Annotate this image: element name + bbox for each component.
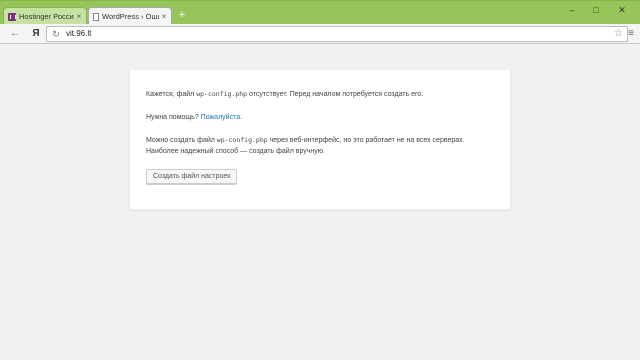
- p3-text-after: через веб-интерфейс, но это работает не …: [267, 137, 465, 144]
- menu-icon[interactable]: ≡: [624, 27, 638, 41]
- page-viewport: Кажется, файл wp-config.php отсутствует.…: [0, 44, 640, 360]
- page-favicon-icon: [93, 12, 99, 21]
- help-text: Нужна помощь?: [146, 114, 201, 121]
- help-message: Нужна помощь? Пожалуйста.: [146, 112, 242, 123]
- tab-label: Hostinger Россия | М...: [19, 12, 74, 21]
- tab-close-icon[interactable]: ×: [74, 12, 84, 21]
- wp-setup-card: Кажется, файл wp-config.php отсутствует.…: [129, 69, 511, 210]
- tab-close-icon[interactable]: ×: [159, 12, 169, 21]
- tab-hostinger[interactable]: Hostinger Россия | М... ×: [3, 7, 87, 25]
- minimize-button[interactable]: –: [562, 3, 582, 17]
- url-text[interactable]: vit.96.lt: [66, 29, 91, 38]
- config-filename: wp-config.php: [216, 136, 268, 144]
- p1-text-after: отсутствует. Перед началом потребуется с…: [247, 91, 424, 98]
- tab-wordpress-error[interactable]: WordPress › Ошибка ×: [88, 7, 172, 25]
- browser-toolbar: ← Я ↻ vit.96.lt ☆ ≡: [0, 24, 640, 44]
- reload-icon[interactable]: ↻: [50, 28, 62, 40]
- maximize-button[interactable]: □: [586, 3, 606, 17]
- help-link[interactable]: Пожалуйста.: [201, 114, 242, 121]
- manual-method-message: Наиболее надежный способ — создать файл …: [146, 148, 325, 155]
- new-tab-button[interactable]: +: [176, 9, 188, 21]
- missing-config-message: Кажется, файл wp-config.php отсутствует.…: [146, 89, 423, 100]
- web-interface-message: Можно создать файл wp-config.php через в…: [146, 135, 465, 146]
- config-filename: wp-config.php: [196, 90, 248, 98]
- create-config-button[interactable]: Создать файл настроек: [146, 169, 238, 184]
- hostinger-favicon-icon: [8, 12, 16, 21]
- p3-text-before: Можно создать файл: [146, 137, 217, 144]
- tab-label: WordPress › Ошибка: [102, 12, 159, 21]
- browser-titlebar: Hostinger Россия | М... × WordPress › Ош…: [0, 0, 640, 25]
- close-window-button[interactable]: ✕: [608, 3, 636, 17]
- back-arrow-icon[interactable]: ←: [8, 27, 22, 41]
- bookmark-star-icon[interactable]: ☆: [614, 27, 623, 41]
- yandex-icon[interactable]: Я: [29, 27, 43, 41]
- p1-text-before: Кажется, файл: [146, 91, 197, 98]
- address-bar[interactable]: ↻ vit.96.lt ☆: [46, 26, 628, 42]
